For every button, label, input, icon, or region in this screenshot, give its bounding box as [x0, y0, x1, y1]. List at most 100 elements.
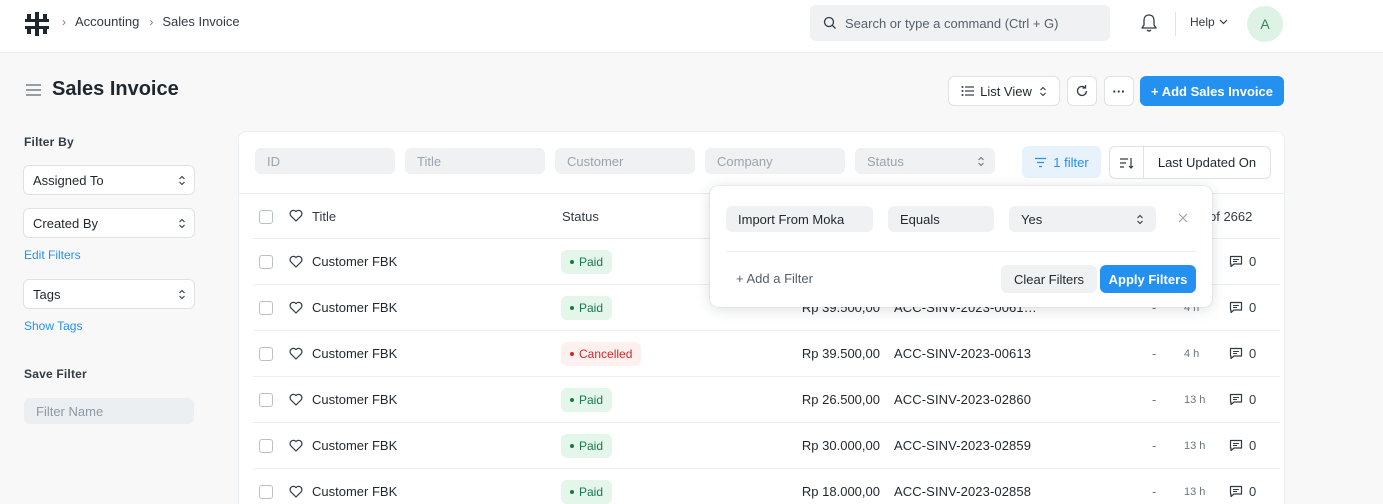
status-badge: Paid	[561, 388, 613, 412]
row-checkbox[interactable]	[259, 393, 273, 407]
comment-icon	[1229, 439, 1243, 452]
breadcrumb-accounting[interactable]: Accounting	[75, 14, 139, 29]
created-by-select[interactable]: Created By	[23, 208, 195, 238]
filter-condition-select[interactable]: Equals	[888, 206, 994, 232]
heart-icon[interactable]	[289, 301, 303, 314]
status-text: Paid	[579, 393, 604, 407]
status-badge: Paid	[561, 480, 613, 504]
id-filter-input[interactable]: ID	[255, 148, 395, 174]
comment-count: 0	[1249, 392, 1257, 407]
status-dot-icon	[570, 352, 574, 356]
tags-select[interactable]: Tags	[23, 279, 195, 309]
row-title[interactable]: Customer FBK	[312, 438, 397, 453]
row-title[interactable]: Customer FBK	[312, 254, 397, 269]
apply-filters-button[interactable]: Apply Filters	[1100, 265, 1196, 293]
row-checkbox[interactable]	[259, 439, 273, 453]
sort-icon	[1120, 157, 1134, 169]
status-dot-icon	[570, 260, 574, 264]
heart-icon[interactable]	[289, 347, 303, 360]
row-empty-value: -	[1152, 438, 1157, 453]
row-checkbox[interactable]	[259, 485, 273, 499]
filter-button-label: 1 filter	[1053, 154, 1089, 170]
breadcrumb: › Accounting › Sales Invoice	[62, 14, 250, 29]
app-logo-icon[interactable]	[24, 11, 50, 37]
filter-value-label: Yes	[1021, 211, 1043, 227]
select-arrows-icon	[978, 156, 984, 166]
row-title[interactable]: Customer FBK	[312, 346, 397, 361]
filter-field-input[interactable]: Import From Moka	[726, 206, 873, 232]
add-sales-invoice-button[interactable]: + Add Sales Invoice	[1140, 76, 1284, 106]
filter-by-heading: Filter By	[24, 135, 74, 149]
row-comment-count[interactable]: 0	[1229, 438, 1256, 453]
popover-divider	[726, 251, 1196, 252]
edit-filters-link[interactable]: Edit Filters	[24, 248, 81, 262]
sort-selector: Last Updated On	[1109, 146, 1271, 179]
avatar[interactable]: A	[1247, 6, 1283, 42]
status-text: Paid	[579, 255, 604, 269]
row-title[interactable]: Customer FBK	[312, 392, 397, 407]
status-badge: Paid	[561, 250, 613, 274]
title-column-header[interactable]: Title	[312, 209, 336, 224]
filter-name-input[interactable]: Filter Name	[24, 398, 194, 424]
filter-value-select[interactable]: Yes	[1009, 206, 1156, 232]
comment-count: 0	[1249, 438, 1257, 453]
row-modified-time: 13 h	[1184, 440, 1206, 452]
table-row[interactable]: Customer FBK Paid Rp 26.500,00 ACC-SINV-202…	[239, 377, 1284, 423]
row-modified-time: 13 h	[1184, 486, 1206, 498]
clear-filters-button[interactable]: Clear Filters	[1001, 265, 1097, 293]
heart-icon[interactable]	[289, 255, 303, 268]
title-filter-input[interactable]: Title	[405, 148, 545, 174]
table-row[interactable]: Customer FBK Paid Rp 30.000,00 ACC-SINV-202…	[239, 423, 1284, 469]
more-actions-button[interactable]: ···	[1104, 76, 1134, 106]
row-comment-count[interactable]: 0	[1229, 254, 1256, 269]
assigned-to-label: Assigned To	[33, 172, 104, 188]
breadcrumb-sales-invoice[interactable]: Sales Invoice	[162, 14, 239, 29]
remove-filter-icon[interactable]	[1176, 211, 1190, 225]
search-bar[interactable]: Search or type a command (Ctrl + G)	[810, 5, 1110, 41]
status-column-header[interactable]: Status	[562, 209, 599, 224]
list-view-button[interactable]: List View	[948, 76, 1060, 106]
row-title[interactable]: Customer FBK	[312, 484, 397, 499]
filter-icon	[1035, 157, 1047, 167]
status-badge: Paid	[561, 434, 613, 458]
row-comment-count[interactable]: 0	[1229, 484, 1256, 499]
select-arrows-icon	[179, 289, 185, 299]
sort-field-button[interactable]: Last Updated On	[1144, 147, 1270, 178]
help-dropdown[interactable]: Help	[1190, 15, 1228, 29]
heart-icon[interactable]	[289, 485, 303, 498]
sidebar-toggle-icon[interactable]	[25, 83, 42, 97]
row-comment-count[interactable]: 0	[1229, 392, 1256, 407]
row-checkbox[interactable]	[259, 301, 273, 315]
show-tags-link[interactable]: Show Tags	[24, 319, 82, 333]
row-empty-value: -	[1152, 484, 1157, 499]
row-title[interactable]: Customer FBK	[312, 300, 397, 315]
chevron-right-icon: ›	[62, 14, 66, 29]
heart-icon[interactable]	[289, 439, 303, 452]
row-invoice-id: ACC-SINV-2023-02859	[894, 438, 1032, 453]
status-dot-icon	[570, 490, 574, 494]
assigned-to-select[interactable]: Assigned To	[23, 165, 195, 195]
customer-filter-input[interactable]: Customer	[555, 148, 695, 174]
row-amount: Rp 30.000,00	[801, 438, 880, 453]
comment-icon	[1229, 255, 1243, 268]
add-filter-button[interactable]: + Add a Filter	[736, 271, 813, 286]
filter-button[interactable]: 1 filter	[1022, 146, 1101, 178]
status-filter-select[interactable]: Status	[855, 148, 995, 174]
row-checkbox[interactable]	[259, 255, 273, 269]
navbar: › Accounting › Sales Invoice Search or t…	[0, 0, 1383, 53]
heart-icon[interactable]	[289, 393, 303, 406]
table-row[interactable]: Customer FBK Cancelled Rp 39.500,00 ACC-SIN…	[239, 331, 1284, 377]
select-all-checkbox[interactable]	[259, 210, 273, 224]
table-row[interactable]: Customer FBK Paid Rp 18.000,00 ACC-SINV-202…	[239, 469, 1284, 504]
company-filter-input[interactable]: Company	[705, 148, 845, 174]
list-view-label: List View	[980, 83, 1032, 99]
status-dot-icon	[570, 398, 574, 402]
heart-icon[interactable]	[289, 209, 303, 222]
row-comment-count[interactable]: 0	[1229, 346, 1256, 361]
row-amount: Rp 18.000,00	[801, 484, 880, 499]
bell-icon[interactable]	[1140, 13, 1158, 33]
row-checkbox[interactable]	[259, 347, 273, 361]
refresh-button[interactable]	[1067, 76, 1097, 106]
sort-order-button[interactable]	[1110, 147, 1144, 178]
row-comment-count[interactable]: 0	[1229, 300, 1256, 315]
